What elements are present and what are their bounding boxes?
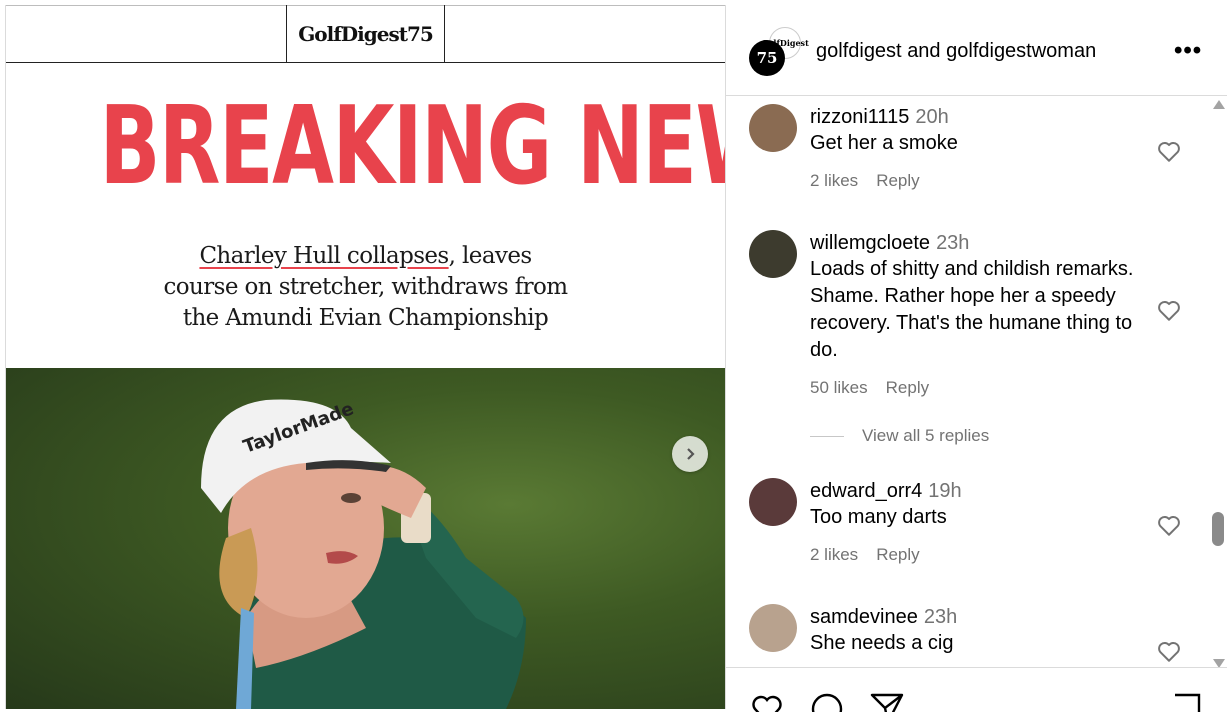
comment-time: 19h [928,480,962,502]
comment-username[interactable]: samdevinee [810,606,918,628]
avatar[interactable] [749,230,797,278]
author-link-golfdigest[interactable]: golfdigest [816,40,902,62]
chevron-right-icon [687,448,695,460]
comment-text: Too many darts [810,506,947,528]
comment-likes[interactable]: 50 likes [810,378,868,397]
avatar[interactable] [749,104,797,152]
share-icon[interactable] [870,692,904,712]
subhead-line3: the Amundi Evian Championship [182,305,549,331]
heart-icon[interactable] [1156,138,1182,164]
reply-button[interactable]: Reply [886,378,929,397]
avatar[interactable] [749,604,797,652]
masthead-text: GolfDigest75 [298,21,434,46]
subhead-link: Charley Hull collapses [199,243,449,269]
post-header: GolfDigest 75 golfdigest and golfdigestw… [726,5,1227,96]
avatar-text: 75 [756,49,778,67]
heart-icon[interactable] [1156,512,1182,538]
comment-likes[interactable]: 2 likes [810,171,858,190]
authors-joiner: and [907,40,941,62]
golfer-illustration: TaylorMade [201,398,526,709]
comment-username[interactable]: rizzoni1115 [810,106,909,128]
comment-body: samdevinee 23h She needs a cig [810,604,1155,657]
heart-icon[interactable] [1156,638,1182,664]
scrollbar-thumb[interactable] [1212,512,1224,546]
reply-button[interactable]: Reply [876,171,919,190]
view-replies-label: View all 5 replies [862,426,990,445]
breaking-news-headline: BREAKING NEWS [99,84,725,209]
reply-button[interactable]: Reply [876,545,919,564]
subhead-line1-rest: , leaves [448,243,533,269]
scroll-up-arrow[interactable] [1213,100,1225,109]
comments-list: rizzoni1115 20h Get her a smoke 2 likes Re… [726,96,1206,666]
post-actions-bar [726,667,1227,712]
comment-body: rizzoni1115 20h Get her a smoke 2 likes Re… [810,104,1155,191]
subhead-line2: course on stretcher, withdraws from [163,274,568,300]
comment-text: She needs a cig [810,632,954,654]
avatar[interactable] [749,478,797,526]
more-options-button[interactable]: ••• [1174,37,1202,65]
post-sidebar: GolfDigest 75 golfdigest and golfdigestw… [725,5,1227,712]
heart-icon[interactable] [1156,297,1182,323]
view-replies-button[interactable]: View all 5 replies [810,426,989,446]
post-authors: golfdigest and golfdigestwoman [816,40,1096,63]
next-slide-button[interactable] [672,436,708,472]
comment-username[interactable]: edward_orr4 [810,480,922,502]
comment-body: willemgcloete 23h Loads of shitty and chi… [810,230,1155,398]
comment-text: Loads of shitty and childish remarks. Sh… [810,258,1134,361]
golfdigest-avatar[interactable]: 75 [749,40,785,76]
masthead-bar: GolfDigest75 [6,5,725,63]
author-link-golfdigestwoman[interactable]: golfdigestwoman [946,40,1096,62]
comment-time: 23h [936,232,970,254]
comment-body: edward_orr4 19h Too many darts 2 likes Rep… [810,478,1155,565]
replies-divider [810,435,844,437]
masthead-logo: GolfDigest75 [286,5,445,62]
comment-likes[interactable]: 2 likes [810,545,858,564]
comment-time: 20h [915,106,949,128]
comment-time: 23h [923,606,958,628]
save-icon[interactable] [1170,692,1204,712]
golfer-photo: TaylorMade [6,368,725,709]
post-subhead: Charley Hull collapses, leaves course on… [6,241,725,334]
like-icon[interactable] [750,692,784,712]
comment-icon[interactable] [810,692,844,712]
comment-username[interactable]: willemgcloete [810,232,930,254]
comments-scrollbar[interactable] [1210,100,1226,668]
post-media: GolfDigest75 BREAKING NEWS Charley Hull … [5,5,725,709]
comment-text: Get her a smoke [810,132,958,154]
